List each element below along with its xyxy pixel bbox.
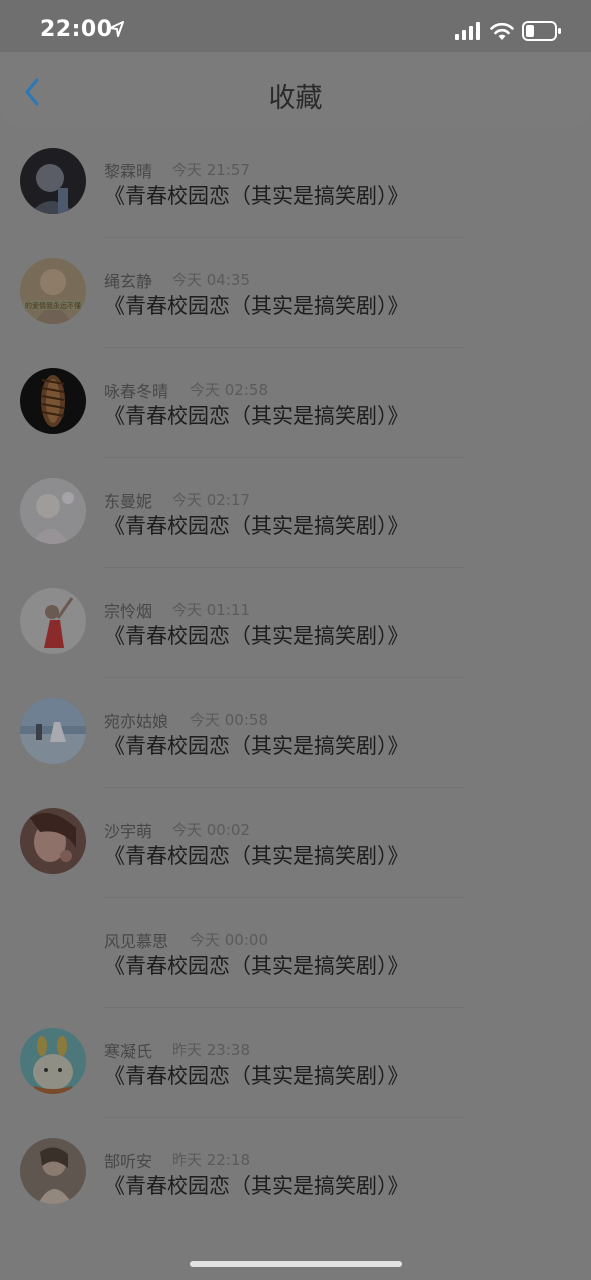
list-item[interactable]: 咏春冬晴 今天 02:58 《青春校园恋（其实是搞笑剧）》	[0, 348, 591, 458]
list-item[interactable]: 郜听安 昨天 22:18 《青春校园恋（其实是搞笑剧）》	[0, 1118, 591, 1228]
avatar	[20, 478, 86, 544]
status-bar: 22:00	[0, 0, 591, 52]
timestamp: 昨天 23:38	[172, 1041, 250, 1059]
avatar	[20, 368, 86, 434]
user-name: 黎霖晴	[104, 162, 153, 181]
home-indicator[interactable]	[190, 1261, 402, 1267]
user-name: 郜听安	[104, 1152, 153, 1171]
avatar	[20, 1028, 86, 1094]
timestamp: 今天 21:57	[172, 161, 250, 179]
user-name: 沙宇萌	[104, 822, 153, 841]
user-name: 宗怜烟	[104, 602, 153, 621]
avatar	[20, 588, 86, 654]
item-title[interactable]: 《青春校园恋（其实是搞笑剧）》	[104, 950, 409, 980]
item-title[interactable]: 《青春校园恋（其实是搞笑剧）》	[104, 730, 409, 760]
avatar	[20, 698, 86, 764]
status-time: 22:00	[40, 17, 113, 42]
svg-text:的爱情我永远不懂: 的爱情我永远不懂	[25, 301, 81, 310]
avatar	[20, 808, 86, 874]
timestamp: 昨天 22:18	[172, 1151, 250, 1169]
item-title[interactable]: 《青春校园恋（其实是搞笑剧）》	[104, 840, 409, 870]
cellular-signal-icon	[455, 22, 480, 40]
avatar	[20, 148, 86, 214]
timestamp: 今天 02:17	[172, 491, 250, 509]
item-title[interactable]: 《青春校园恋（其实是搞笑剧）》	[104, 620, 409, 650]
list-item[interactable]: 宗怜烟 今天 01:11 《青春校园恋（其实是搞笑剧）》	[0, 568, 591, 678]
avatar: 的爱情我永远不懂	[20, 258, 86, 324]
timestamp: 今天 00:02	[172, 821, 250, 839]
list-item[interactable]: 东曼妮 今天 02:17 《青春校园恋（其实是搞笑剧）》	[0, 458, 591, 568]
item-title[interactable]: 《青春校园恋（其实是搞笑剧）》	[104, 1170, 409, 1200]
list-item[interactable]: 的爱情我永远不懂 绳玄静 今天 04:35 《青春校园恋（其实是搞笑剧）》	[0, 238, 591, 348]
user-name: 绳玄静	[104, 272, 153, 291]
item-title[interactable]: 《青春校园恋（其实是搞笑剧）》	[104, 400, 409, 430]
user-name: 咏春冬晴	[104, 382, 169, 401]
user-name: 宛亦姑娘	[104, 712, 169, 731]
item-title[interactable]: 《青春校园恋（其实是搞笑剧）》	[104, 180, 409, 210]
item-title[interactable]: 《青春校园恋（其实是搞笑剧）》	[104, 510, 409, 540]
item-title[interactable]: 《青春校园恋（其实是搞笑剧）》	[104, 290, 409, 320]
battery-icon	[522, 21, 561, 41]
list-item[interactable]: 宛亦姑娘 今天 00:58 《青春校园恋（其实是搞笑剧）》	[0, 678, 591, 788]
timestamp: 今天 01:11	[172, 601, 250, 619]
favorites-list: 黎霖晴 今天 21:57 《青春校园恋（其实是搞笑剧）》 的爱情我永远不懂 绳玄…	[0, 128, 591, 1230]
timestamp: 今天 04:35	[172, 271, 250, 289]
user-name: 寒凝氏	[104, 1042, 153, 1061]
item-title[interactable]: 《青春校园恋（其实是搞笑剧）》	[104, 1060, 409, 1090]
navigation-bar: 收藏	[0, 52, 591, 126]
wifi-icon	[490, 22, 514, 40]
list-item[interactable]: 寒凝氏 昨天 23:38 《青春校园恋（其实是搞笑剧）》	[0, 1008, 591, 1118]
timestamp: 今天 00:00	[190, 931, 268, 949]
location-arrow-icon	[109, 21, 124, 37]
user-name: 风见慕思	[104, 932, 169, 951]
list-item[interactable]: 黎霖晴 今天 21:57 《青春校园恋（其实是搞笑剧）》	[0, 128, 591, 238]
list-item[interactable]: 风见慕思 今天 00:00 《青春校园恋（其实是搞笑剧）》	[0, 898, 591, 1008]
list-item[interactable]: 沙宇萌 今天 00:02 《青春校园恋（其实是搞笑剧）》	[0, 788, 591, 898]
timestamp: 今天 02:58	[190, 381, 268, 399]
timestamp: 今天 00:58	[190, 711, 268, 729]
avatar	[20, 1138, 86, 1204]
page-title: 收藏	[268, 83, 323, 114]
user-name: 东曼妮	[104, 492, 153, 511]
